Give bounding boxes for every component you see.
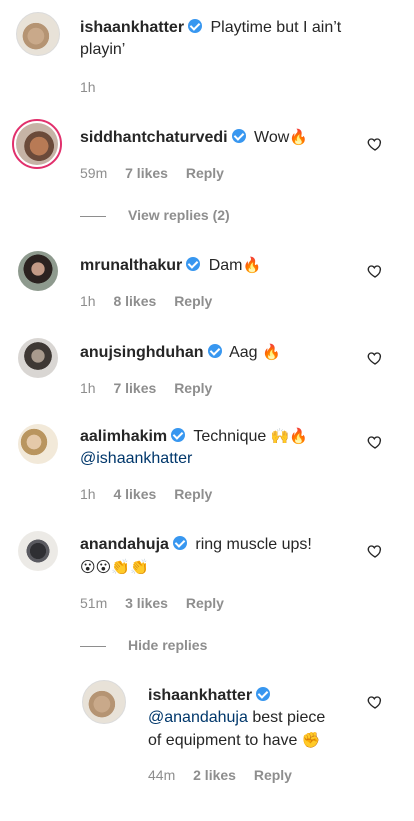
avatar[interactable] bbox=[16, 12, 60, 56]
reply-button[interactable]: Reply bbox=[186, 165, 224, 181]
username[interactable]: anandahuja bbox=[80, 536, 169, 553]
fire-emoji: 🔥 bbox=[262, 343, 281, 361]
heart-outline-icon[interactable] bbox=[367, 136, 383, 152]
username[interactable]: mrunalthakur bbox=[80, 257, 182, 274]
avatar[interactable] bbox=[18, 424, 58, 464]
comment-text: siddhantchaturvedi Wow🔥 bbox=[80, 128, 308, 146]
heart-outline-icon[interactable] bbox=[367, 543, 383, 559]
hide-replies-button[interactable]: Hide replies bbox=[80, 637, 207, 653]
comment-time: 44m bbox=[148, 767, 176, 783]
mention-link[interactable]: @anandahuja bbox=[148, 709, 248, 726]
likes-count[interactable]: 8 likes bbox=[113, 293, 156, 309]
username[interactable]: ishaankhatter bbox=[80, 19, 184, 36]
username[interactable]: ishaankhatter bbox=[148, 687, 252, 704]
verified-badge-icon bbox=[188, 19, 203, 33]
fire-emoji: 🔥 bbox=[289, 128, 308, 146]
comment-time: 1h bbox=[80, 293, 96, 309]
comment-meta: 1h 8 likes Reply bbox=[80, 293, 226, 309]
likes-count[interactable]: 7 likes bbox=[125, 165, 168, 181]
caption-text: ishaankhatter Playtime but I ain’t playi… bbox=[80, 19, 342, 58]
avatar[interactable] bbox=[82, 680, 126, 724]
reply-button[interactable]: Reply bbox=[254, 767, 292, 783]
divider bbox=[80, 645, 106, 647]
verified-badge-icon bbox=[231, 129, 246, 143]
comment-time: 1h bbox=[80, 486, 96, 502]
likes-count[interactable]: 7 likes bbox=[113, 380, 156, 396]
heart-outline-icon[interactable] bbox=[367, 263, 383, 279]
likes-count[interactable]: 3 likes bbox=[125, 595, 168, 611]
comment-meta: 51m 3 likes Reply bbox=[80, 595, 238, 611]
reply-button[interactable]: Reply bbox=[174, 293, 212, 309]
mention-link[interactable]: @ishaankhatter bbox=[80, 450, 192, 467]
verified-badge-icon bbox=[171, 428, 186, 442]
comment-time: 51m bbox=[80, 595, 108, 611]
view-replies-button[interactable]: View replies (2) bbox=[80, 207, 230, 223]
divider bbox=[80, 215, 106, 217]
comment-text: anandahuja ring muscle ups! 😮😮👏👏 bbox=[80, 536, 312, 576]
heart-outline-icon[interactable] bbox=[367, 350, 383, 366]
avatar[interactable] bbox=[18, 338, 58, 378]
fire-emoji: 🔥 bbox=[242, 256, 262, 274]
reply-button[interactable]: Reply bbox=[186, 595, 224, 611]
heart-outline-icon[interactable] bbox=[367, 434, 383, 450]
verified-badge-icon bbox=[207, 344, 222, 358]
avatar[interactable] bbox=[18, 251, 58, 291]
comment-meta: 1h 7 likes Reply bbox=[80, 380, 226, 396]
comment-meta: 59m 7 likes Reply bbox=[80, 165, 238, 181]
raised-hands-fire-emoji: 🙌🔥 bbox=[270, 427, 309, 445]
reply-button[interactable]: Reply bbox=[174, 486, 212, 502]
fist-emoji: ✊ bbox=[301, 731, 321, 749]
likes-count[interactable]: 4 likes bbox=[113, 486, 156, 502]
comment-text: aalimhakim Technique 🙌🔥 @ishaankhatter bbox=[80, 427, 309, 467]
reaction-emojis: 😮😮👏👏 bbox=[80, 558, 149, 576]
comment-meta: 44m 2 likes Reply bbox=[148, 767, 306, 783]
caption-time: 1h bbox=[80, 79, 96, 95]
verified-badge-icon bbox=[172, 536, 187, 550]
avatar[interactable] bbox=[12, 119, 62, 169]
avatar[interactable] bbox=[18, 531, 58, 571]
comment-time: 59m bbox=[80, 165, 108, 181]
username[interactable]: aalimhakim bbox=[80, 428, 167, 445]
reply-button[interactable]: Reply bbox=[174, 380, 212, 396]
comment-meta: 1h 4 likes Reply bbox=[80, 486, 226, 502]
comment-text: mrunalthakur Dam🔥 bbox=[80, 256, 262, 274]
username[interactable]: siddhantchaturvedi bbox=[80, 129, 228, 146]
comment-text: anujsinghduhan Aag 🔥 bbox=[80, 343, 281, 361]
likes-count[interactable]: 2 likes bbox=[193, 767, 236, 783]
username[interactable]: anujsinghduhan bbox=[80, 344, 204, 361]
comment-text: ishaankhatter @anandahuja best piece of … bbox=[148, 687, 326, 749]
heart-outline-icon[interactable] bbox=[367, 694, 383, 710]
verified-badge-icon bbox=[186, 257, 201, 271]
verified-badge-icon bbox=[256, 687, 271, 701]
comment-time: 1h bbox=[80, 380, 96, 396]
